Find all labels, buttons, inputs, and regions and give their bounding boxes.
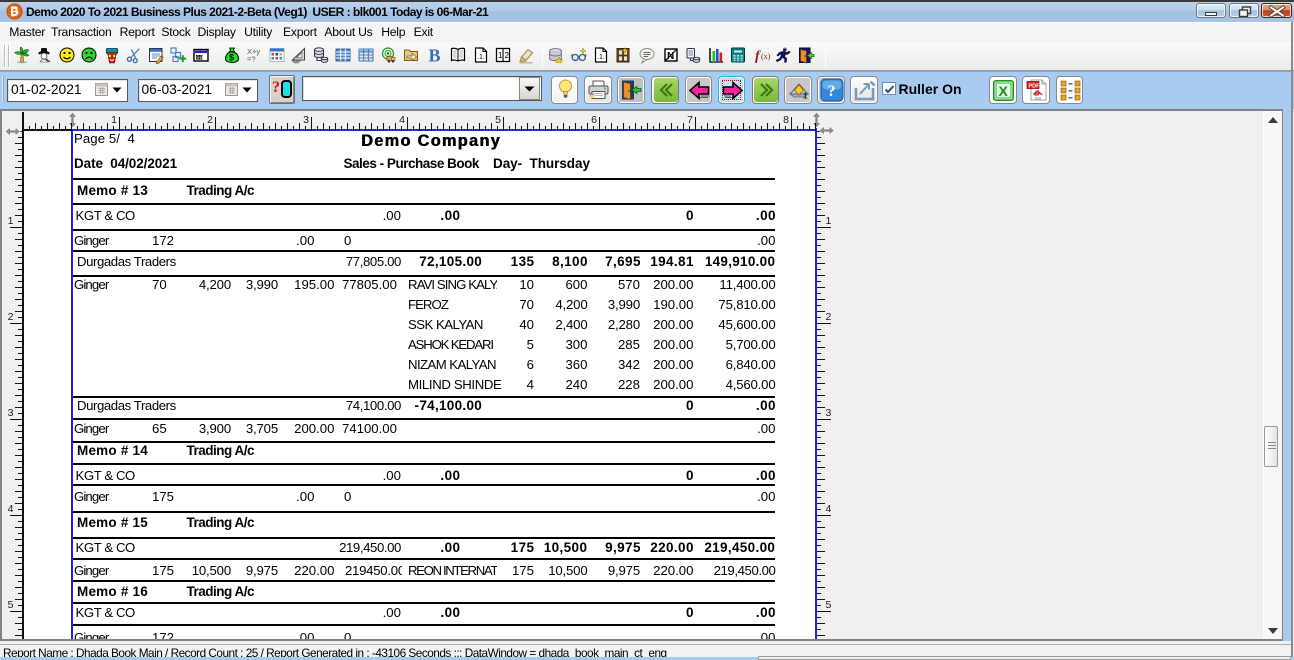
svg-text:2: 2 [505, 51, 510, 60]
svg-text:1: 1 [803, 91, 808, 100]
svg-text:B: B [429, 46, 441, 66]
svg-text:.1.: .1. [477, 54, 485, 61]
svg-text:tool: tool [1035, 97, 1041, 101]
svg-text:1: 1 [498, 51, 503, 60]
svg-text:X: X [999, 83, 1009, 99]
svg-text:00:: 00: [196, 54, 206, 61]
svg-text:N: N [667, 51, 674, 62]
svg-text:PDF: PDF [1029, 84, 1041, 90]
svg-text:.1.: .1. [597, 54, 605, 61]
svg-text:(x): (x) [761, 52, 771, 61]
svg-text:?: ? [827, 83, 835, 100]
svg-text:$: $ [229, 53, 234, 63]
svg-text:=?: =? [247, 55, 256, 64]
